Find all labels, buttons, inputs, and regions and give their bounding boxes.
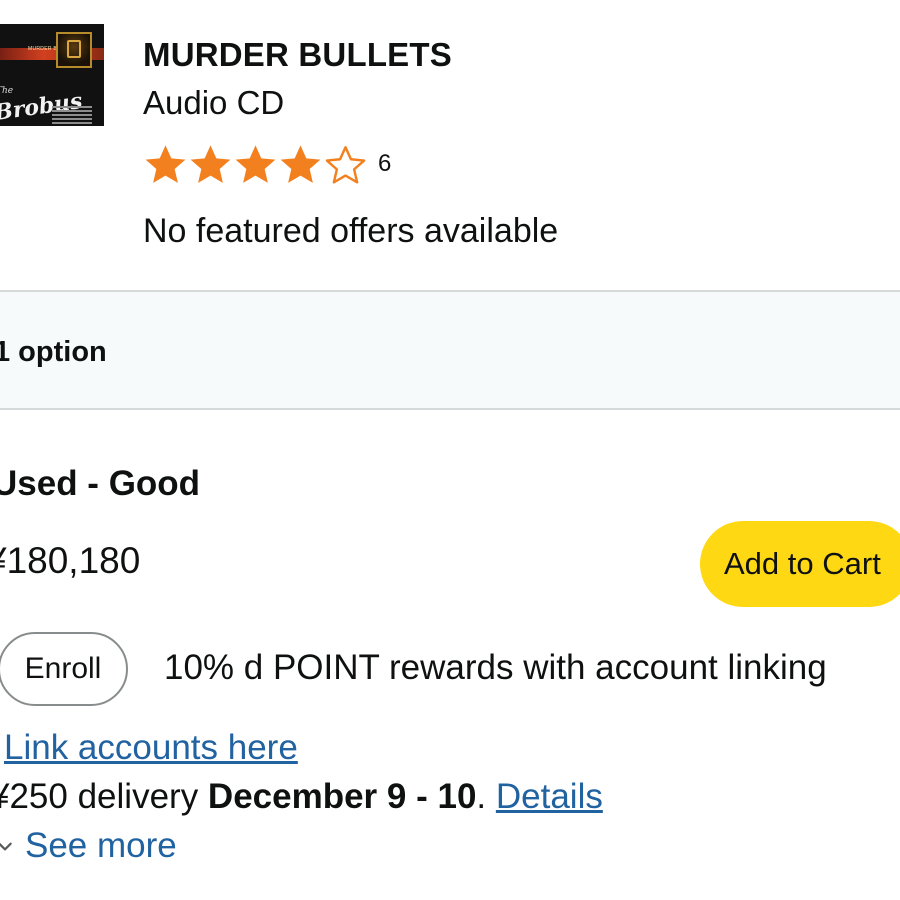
offers-note: No featured offers available <box>143 212 559 250</box>
enroll-button[interactable]: Enroll <box>0 632 128 706</box>
product-format: Audio CD <box>143 84 285 121</box>
link-accounts-link[interactable]: Link accounts here <box>4 728 298 768</box>
offer-condition: Used - Good <box>0 464 201 503</box>
cover-emblem <box>56 32 92 68</box>
star-filled-icon <box>145 144 186 183</box>
add-to-cart-button[interactable]: Add to Cart <box>700 521 900 607</box>
delivery-info: ¥250 delivery December 9 - 10. Details <box>0 777 603 817</box>
star-filled-icon <box>235 144 276 183</box>
option-count-label: 1 option <box>0 336 107 368</box>
rating-summary[interactable]: 6 <box>143 140 391 188</box>
star-filled-icon <box>280 144 321 183</box>
cover-tracklist <box>52 106 92 126</box>
delivery-dates: December 9 - 10 <box>207 777 477 816</box>
star-rating <box>143 142 368 187</box>
rewards-text: 10% d POINT rewards with account linking <box>164 648 827 687</box>
star-filled-icon <box>190 144 231 183</box>
offer-price: ¥180,180 <box>0 540 141 581</box>
cover-article-text: The <box>0 86 14 96</box>
delivery-separator: . <box>476 777 496 816</box>
product-thumbnail[interactable]: MURDER BULLETS The Brobus <box>0 24 104 126</box>
delivery-fee: ¥250 delivery <box>0 777 208 816</box>
review-count: 6 <box>378 150 392 177</box>
product-title[interactable]: MURDER BULLETS <box>143 36 452 74</box>
delivery-details-link[interactable]: Details <box>496 777 603 816</box>
option-count-bar: 1 option <box>0 290 900 410</box>
star-outline-icon <box>325 145 366 184</box>
see-more-toggle[interactable]: See more <box>0 824 177 868</box>
see-more-label: See more <box>25 826 177 865</box>
chevron-down-icon <box>0 842 12 851</box>
